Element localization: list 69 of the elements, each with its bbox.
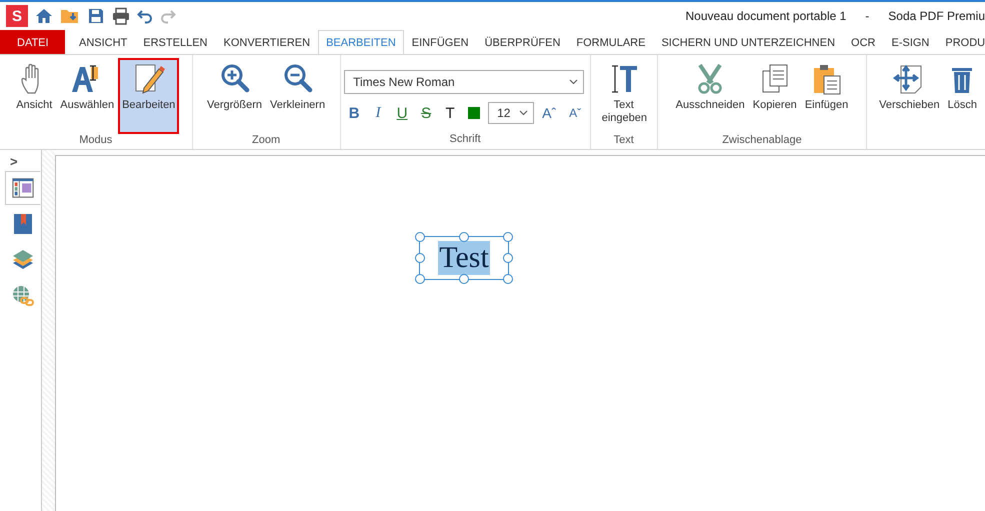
save-icon[interactable] (87, 7, 105, 25)
ribbon-button[interactable]: Ansicht (12, 58, 56, 134)
ribbon-tab[interactable]: SICHERN UND UNTERZEICHNEN (653, 30, 844, 54)
zoom-out-icon (282, 63, 313, 95)
title-separator: - (865, 9, 870, 23)
resize-handle[interactable] (503, 232, 513, 242)
document-text: Test (438, 241, 490, 275)
group-label: Zwischenablage (722, 134, 802, 148)
app-title: Soda PDF Premiu (888, 9, 985, 23)
format-button[interactable]: B (344, 104, 364, 122)
ribbon-button[interactable]: Verschieben (875, 58, 944, 134)
chevron-down-icon (569, 79, 578, 85)
ribbon-tab[interactable]: ÜBERPRÜFEN (476, 30, 568, 54)
format-button[interactable]: S (416, 104, 436, 122)
ribbon-tab[interactable]: ANSICHT (71, 30, 136, 54)
resize-handle[interactable] (459, 232, 469, 242)
group-label: Modus (79, 134, 112, 148)
ribbon-button[interactable]: Auswählen (56, 58, 118, 134)
sidebar-tab[interactable] (4, 171, 40, 205)
ribbon-button[interactable]: Text eingeben (598, 58, 650, 134)
app-logo: S (6, 5, 28, 27)
layers-icon (12, 249, 34, 271)
resize-handle[interactable] (503, 253, 513, 263)
copy-icon (760, 63, 790, 95)
resize-handle[interactable] (503, 274, 513, 284)
ribbon-button[interactable]: Lösch (944, 58, 981, 134)
format-button[interactable]: T (440, 104, 460, 122)
bookmark-icon (12, 213, 32, 235)
ribbon-button[interactable]: Verkleinern (266, 58, 330, 134)
ribbon-tab[interactable]: E-SIGN (883, 30, 938, 54)
ribbon-button[interactable]: Einfügen (800, 58, 852, 134)
ribbon-button[interactable]: Ausschneiden (672, 58, 749, 134)
redo-icon[interactable] (160, 8, 176, 24)
thumbnails-icon (12, 177, 34, 199)
group-label: Zoom (252, 134, 280, 148)
clipboard-icon (812, 63, 842, 95)
document-title: Nouveau document portable 1 (686, 9, 846, 23)
resize-handle[interactable] (459, 274, 469, 284)
group-label: Schrift (450, 133, 481, 147)
ribbon-tab[interactable]: EINFÜGEN (404, 30, 477, 54)
format-button[interactable]: U (392, 104, 412, 122)
grow-font-button[interactable]: Aˆ (538, 105, 560, 121)
resize-handle[interactable] (415, 232, 425, 242)
shrink-font-button[interactable]: Aˇ (564, 106, 586, 120)
undo-icon[interactable] (137, 8, 153, 24)
folder-icon[interactable] (60, 7, 80, 25)
format-button[interactable]: I (368, 104, 388, 122)
ribbon-tab[interactable]: BEARBEITEN (318, 30, 404, 54)
home-icon[interactable] (35, 7, 53, 25)
expand-button[interactable]: > (10, 154, 18, 169)
edit-page-icon (132, 63, 165, 95)
ribbon-button[interactable]: Bearbeiten (118, 58, 180, 134)
globe-link-icon (12, 285, 34, 307)
font-size-dropdown[interactable]: 12 (488, 102, 534, 124)
resize-handle[interactable] (415, 253, 425, 263)
resize-handle[interactable] (415, 274, 425, 284)
ribbon-tab[interactable]: FORMULARE (568, 30, 654, 54)
ribbon-tab[interactable]: OCR (843, 30, 884, 54)
print-icon[interactable] (112, 7, 130, 25)
zoom-in-icon (220, 63, 250, 95)
ribbon-tab[interactable]: DATEI (0, 30, 65, 54)
ribbon-tab[interactable]: PRODU (937, 30, 985, 54)
ribbon-button[interactable]: Vergrößern (203, 58, 266, 134)
ribbon-tab[interactable]: ERSTELLEN (135, 30, 216, 54)
ribbon-button[interactable]: Kopieren (748, 58, 801, 134)
chevron-down-icon (519, 110, 528, 116)
ribbon-tab[interactable]: KONVERTIEREN (215, 30, 318, 54)
group-label: Text (614, 134, 634, 148)
font-dropdown[interactable]: Times New Roman (344, 70, 584, 94)
